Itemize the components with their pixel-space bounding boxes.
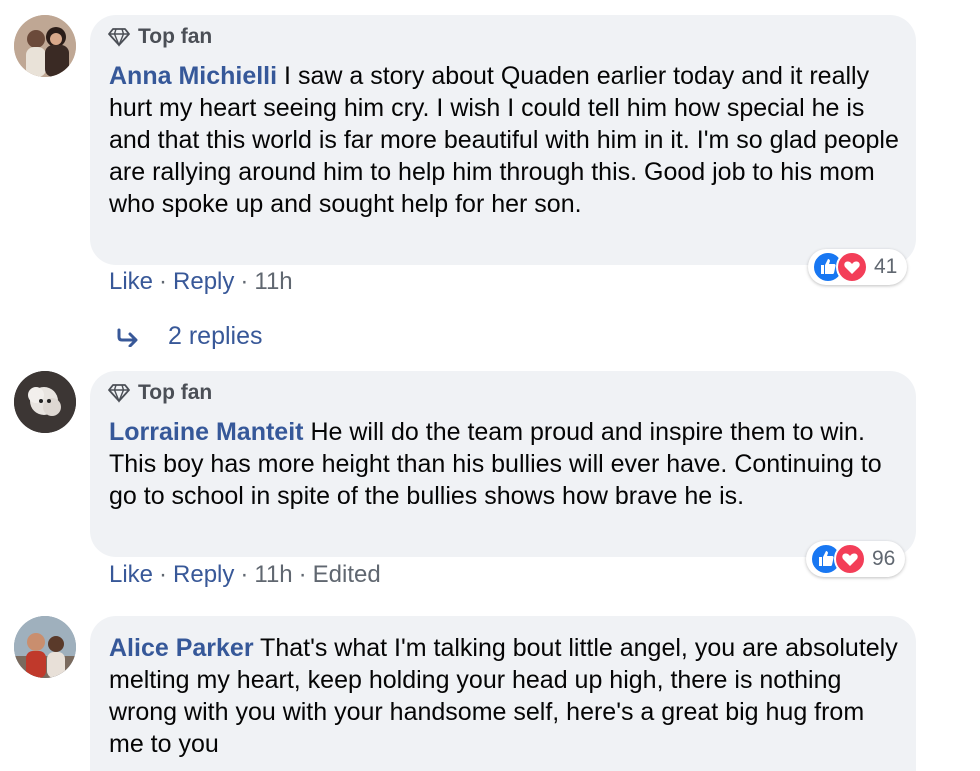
replies-count[interactable]: 2 replies (168, 322, 263, 351)
avatar[interactable] (14, 616, 76, 678)
separator: · (159, 561, 168, 588)
comment-actions: Like · Reply · 11h (109, 268, 293, 296)
comment-actions: Like · Reply · 11h · Edited (109, 561, 381, 589)
separator: · (159, 268, 168, 295)
reply-arrow-icon (117, 328, 138, 347)
reaction-count: 96 (872, 547, 896, 570)
like-button[interactable]: Like (109, 268, 153, 295)
edited-label[interactable]: Edited (313, 561, 381, 588)
diamond-icon (108, 384, 130, 403)
love-reaction-icon (834, 543, 866, 575)
top-fan-badge: Top fan (108, 381, 212, 405)
diamond-icon (108, 28, 130, 47)
avatar[interactable] (14, 15, 76, 77)
reply-button[interactable]: Reply (173, 268, 234, 295)
timestamp[interactable]: 11h (254, 268, 292, 295)
reactions-summary[interactable]: 41 (808, 249, 908, 285)
reaction-count: 41 (874, 255, 898, 278)
reply-button[interactable]: Reply (173, 561, 234, 588)
reactions-summary[interactable]: 96 (806, 541, 906, 577)
separator: · (240, 268, 249, 295)
comment-text: Alice Parker That's what I'm talking bou… (109, 632, 899, 760)
comment-bubble: Alice Parker That's what I'm talking bou… (90, 616, 916, 771)
badge-label: Top fan (138, 25, 213, 48)
comment-bubble: Top fan Anna Michielli I saw a story abo… (90, 15, 916, 265)
separator: · (298, 561, 307, 588)
like-button[interactable]: Like (109, 561, 153, 588)
view-replies-link[interactable]: 2 replies (116, 322, 263, 351)
author-name[interactable]: Lorraine Manteit (109, 418, 303, 446)
comment-bubble: Top fan Lorraine Manteit He will do the … (90, 371, 916, 557)
author-name[interactable]: Anna Michielli (109, 62, 277, 90)
timestamp[interactable]: 11h (254, 561, 292, 588)
love-reaction-icon (836, 251, 868, 283)
badge-label: Top fan (138, 381, 213, 404)
author-name[interactable]: Alice Parker (109, 634, 254, 662)
top-fan-badge: Top fan (108, 25, 212, 49)
separator: · (240, 561, 249, 588)
comment-text: Lorraine Manteit He will do the team pro… (109, 416, 899, 512)
avatar[interactable] (14, 371, 76, 433)
comment-text: Anna Michielli I saw a story about Quade… (109, 60, 899, 220)
